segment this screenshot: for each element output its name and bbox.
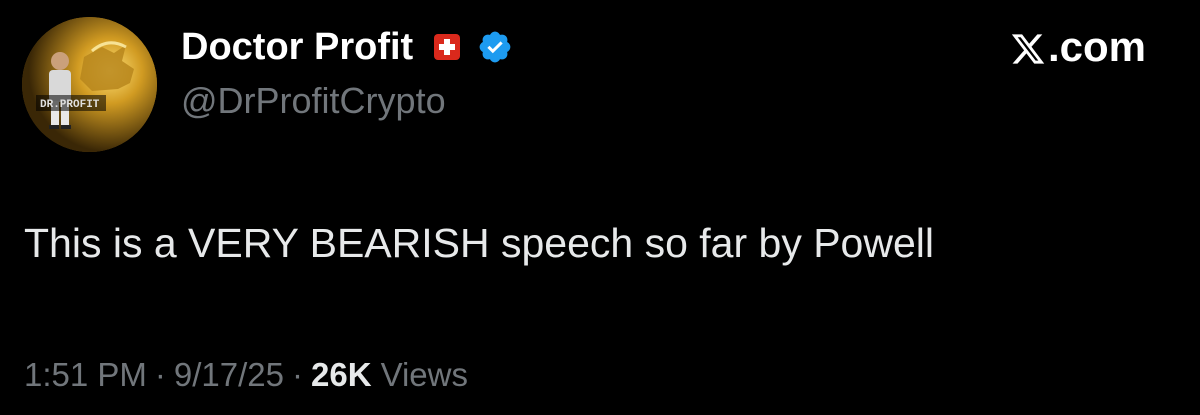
author-handle[interactable]: @DrProfitCrypto xyxy=(181,80,446,122)
views-count: 26K xyxy=(311,356,372,393)
avatar-image: DR.PROFIT xyxy=(22,17,157,152)
author-name-row: Doctor Profit xyxy=(181,22,513,72)
tweet-text: This is a VERY BEARISH speech so far by … xyxy=(24,220,934,266)
meta-separator: · xyxy=(154,356,166,393)
display-name[interactable]: Doctor Profit xyxy=(181,26,413,69)
verified-badge-icon xyxy=(477,29,513,65)
svg-text:DR.PROFIT: DR.PROFIT xyxy=(40,99,100,111)
swiss-flag-icon xyxy=(433,33,461,61)
x-logo-icon xyxy=(1010,29,1046,65)
tweet-time[interactable]: 1:51 PM xyxy=(24,356,147,394)
brand-watermark: .com xyxy=(1010,22,1146,72)
tweet-date[interactable]: 9/17/25 xyxy=(174,356,284,394)
avatar[interactable]: DR.PROFIT xyxy=(22,17,157,152)
tweet-card: DR.PROFIT Doctor Profit @DrProfitCrypto … xyxy=(0,0,1200,415)
meta-separator: · xyxy=(292,356,304,393)
brand-label: .com xyxy=(1047,23,1146,70)
views-label: Views xyxy=(380,356,468,393)
tweet-meta: 1:51 PM · 9/17/25 · 26K Views xyxy=(24,356,468,394)
